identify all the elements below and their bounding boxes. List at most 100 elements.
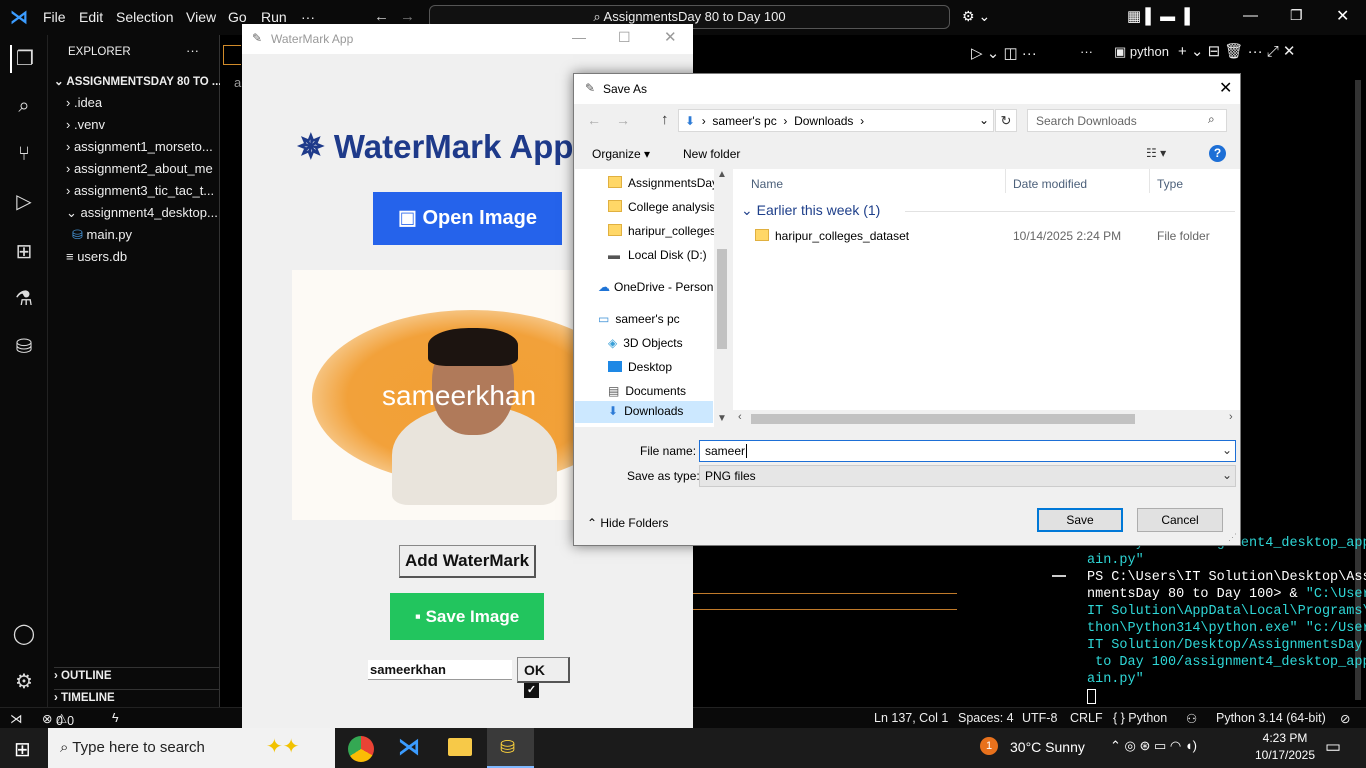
chevron-down-icon[interactable]: ⌄ [1222,443,1232,457]
restore-icon[interactable]: ❐ [1290,7,1303,24]
back-arrow-icon[interactable]: ← [374,8,389,25]
close-icon[interactable]: ✕ [664,28,677,46]
taskbar-search[interactable]: ⌕ Type here to search ✦✦ [48,728,335,768]
menu-selection[interactable]: Selection [116,9,174,25]
maximize-icon[interactable]: ☐ [618,29,631,46]
file-explorer-icon[interactable] [448,738,472,756]
minimize-icon[interactable]: — [572,29,586,45]
notifications-icon[interactable]: ⊘ [1340,711,1350,726]
nav-scrollbar[interactable]: ▲ ▼ [714,169,730,427]
add-watermark-button[interactable]: Add WaterMark [399,545,536,578]
cursor-position[interactable]: Ln 137, Col 1 [874,711,948,725]
tree-folder-assignment4[interactable]: ⌄ assignment4_desktop... [66,205,218,221]
horizontal-scrollbar[interactable]: ‹ › [733,410,1240,427]
minimize-icon[interactable]: — [1243,7,1258,24]
open-image-button[interactable]: ▣ Open Image [373,192,562,245]
close-icon[interactable]: ✕ [1336,6,1349,26]
tree-folder-venv[interactable]: › .venv [66,117,105,132]
tree-folder-assignment3[interactable]: › assignment3_tic_tac_t... [66,183,218,198]
clock-date[interactable]: 10/17/2025 [1252,748,1318,762]
outline-section[interactable]: › OUTLINE [54,667,220,682]
line-ending[interactable]: CRLF [1070,711,1103,725]
copilot-icon[interactable]: ⚙ ⌄ [962,8,990,25]
nav-this-pc[interactable]: ▭ sameer's pc [598,312,680,326]
close-icon[interactable]: ✕ [1219,78,1232,98]
back-arrow-icon[interactable]: ← [587,112,601,128]
refresh-icon[interactable]: ↻ [995,109,1017,132]
explorer-more-icon[interactable]: ··· [186,43,199,58]
encoding[interactable]: UTF-8 [1022,711,1057,725]
view-options-icon[interactable]: ☷ ▾ [1146,146,1166,160]
menu-go[interactable]: Go [228,9,247,25]
tree-folder-idea[interactable]: › .idea [66,95,102,110]
menu-edit[interactable]: Edit [79,9,103,25]
nav-haripur-colleges[interactable]: haripur_colleges [608,224,718,238]
windows-start-icon[interactable]: ⊞ [14,737,31,762]
language-mode[interactable]: { } Python [1113,711,1167,725]
save-image-button[interactable]: ▪ Save Image [390,593,544,640]
help-icon[interactable]: ? [1209,145,1226,162]
cancel-button[interactable]: Cancel [1137,508,1223,532]
account-icon[interactable]: ◯ [10,620,38,648]
system-tray-icons[interactable]: ⌃ ◎ ⊛ ▭ ◠ ◖) [1110,738,1197,754]
indentation[interactable]: Spaces: 4 [958,711,1014,725]
terminal-more-icon[interactable]: ··· [1080,44,1093,59]
column-type[interactable]: Type [1157,177,1183,191]
file-name-input[interactable]: sameer ⌄ [699,440,1236,462]
hide-folders-toggle[interactable]: ⌃ Hide Folders [587,516,668,530]
organize-button[interactable]: Organize ▾ [592,147,650,161]
tree-folder-assignment1[interactable]: › assignment1_morseto... [66,139,218,154]
tree-folder-assignment2[interactable]: › assignment2_about_me [66,161,218,176]
gear-icon[interactable]: ⚙ [10,668,38,696]
layout-icons[interactable]: ▦ ▌ ▬ ▐ [1127,7,1190,25]
run-icon[interactable]: ▷ ⌄ ◫ ··· [971,44,1037,62]
terminal-add-icon[interactable]: + ⌄ ⊟ 🗑 ··· ⤢ ✕ [1178,42,1296,60]
menu-view[interactable]: View [186,9,216,25]
editor-area[interactable]: a [220,35,242,707]
menu-more[interactable]: ··· [301,9,315,25]
testing-icon[interactable]: ⚗ [10,285,38,313]
resize-grip-icon[interactable]: ⋰ [1228,532,1237,543]
breadcrumb-downloads[interactable]: Downloads [794,114,853,128]
notification-center-icon[interactable]: ▭ [1325,737,1341,757]
vscode-icon[interactable]: ⋊ [398,734,420,760]
clock-time[interactable]: 4:23 PM [1260,731,1310,745]
chrome-icon[interactable] [348,736,374,762]
chevron-down-icon[interactable]: ⌄ [979,113,989,127]
editor-tab[interactable] [223,45,241,65]
copilot-status-icon[interactable]: ⚇ [1186,711,1197,726]
python-icon[interactable]: ⛁ [10,333,38,361]
file-row[interactable]: haripur_colleges_dataset [755,229,909,243]
python-taskbar-item[interactable]: ⛁ [487,728,534,768]
save-type-select[interactable]: PNG files ⌄ [699,465,1236,487]
watermark-text-input[interactable]: sameerkhan [368,660,512,680]
problems-indicator[interactable]: ⊗ 0 ⚠ 0 [42,711,74,728]
terminal-tab[interactable]: ▣ python [1114,44,1169,60]
tree-file-users-db[interactable]: ≡ users.db [66,249,127,264]
up-arrow-icon[interactable]: ↑ [661,111,669,128]
nav-3d-objects[interactable]: ◈ 3D Objects [608,336,683,350]
search-icon[interactable]: ⌕ [10,92,38,120]
workspace-root[interactable]: ⌄ ASSIGNMENTSDAY 80 TO ... [54,74,222,88]
nav-onedrive[interactable]: ☁ OneDrive - Person [598,280,718,294]
timeline-section[interactable]: › TIMELINE [54,689,220,704]
nav-documents[interactable]: ▤ Documents [608,384,686,398]
nav-downloads[interactable]: ⬇ Downloads [575,401,713,423]
lightning-icon[interactable]: ϟ [112,711,119,725]
tree-file-main-py[interactable]: ⛁ main.py [72,227,132,243]
ok-button[interactable]: OK ✓ [517,657,570,698]
address-bar[interactable]: ⬇ › sameer's pc › Downloads › ⌄ [678,109,994,132]
remote-icon[interactable]: ⋊ [10,711,23,726]
column-name[interactable]: Name [751,177,783,191]
nav-college-analysis[interactable]: College analysis [608,200,715,214]
nav-assignmentsday[interactable]: AssignmentsDay [608,176,718,190]
extensions-icon[interactable]: ⊞ [10,238,38,266]
menu-file[interactable]: File [43,9,66,25]
menu-run[interactable]: Run [261,9,287,25]
group-header[interactable]: ⌄ Earlier this week (1) [741,202,880,219]
source-control-icon[interactable]: ⑂ [10,140,38,168]
python-interpreter[interactable]: Python 3.14 (64-bit) [1216,711,1326,725]
column-date-modified[interactable]: Date modified [1013,177,1087,191]
nav-desktop[interactable]: Desktop [608,360,672,374]
nav-local-disk-d[interactable]: ▬ Local Disk (D:) [608,248,707,262]
